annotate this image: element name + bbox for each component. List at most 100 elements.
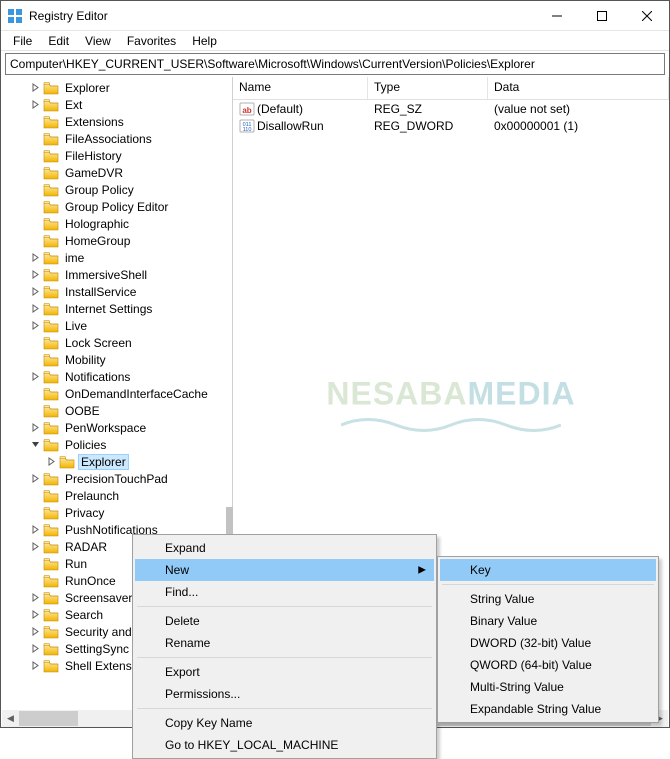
chevron-right[interactable] bbox=[27, 641, 43, 657]
tree-item[interactable]: Privacy bbox=[1, 504, 232, 521]
no-expander bbox=[27, 233, 43, 249]
list-row[interactable]: ab(Default)REG_SZ(value not set) bbox=[233, 100, 669, 117]
chevron-right[interactable] bbox=[27, 267, 43, 283]
ctx-item[interactable]: New▶ bbox=[135, 559, 434, 581]
chevron-right[interactable] bbox=[27, 590, 43, 606]
ctx-item[interactable]: Multi-String Value bbox=[440, 676, 656, 698]
tree-item-label: FileHistory bbox=[63, 149, 124, 163]
tree-item[interactable]: Live bbox=[1, 317, 232, 334]
scroll-left-icon[interactable]: ◀ bbox=[2, 710, 19, 727]
tree-item[interactable]: Lock Screen bbox=[1, 334, 232, 351]
chevron-right[interactable] bbox=[27, 369, 43, 385]
ctx-item-label: Expandable String Value bbox=[470, 702, 601, 716]
tree-item[interactable]: Prelaunch bbox=[1, 487, 232, 504]
tree-item[interactable]: Group Policy Editor bbox=[1, 198, 232, 215]
chevron-right[interactable] bbox=[27, 420, 43, 436]
ctx-item[interactable]: Go to HKEY_LOCAL_MACHINE bbox=[135, 734, 434, 756]
chevron-right[interactable] bbox=[27, 97, 43, 113]
tree-item[interactable]: InstallService bbox=[1, 283, 232, 300]
ctx-item[interactable]: Key bbox=[440, 559, 656, 581]
ctx-item[interactable]: Copy Key Name bbox=[135, 712, 434, 734]
tree-item[interactable]: ime bbox=[1, 249, 232, 266]
minimize-button[interactable] bbox=[534, 1, 579, 30]
context-submenu-new[interactable]: Key String Value Binary ValueDWORD (32-bit… bbox=[437, 556, 659, 723]
tree-item[interactable]: Policies bbox=[1, 436, 232, 453]
ctx-item[interactable]: DWORD (32-bit) Value bbox=[440, 632, 656, 654]
menu-file[interactable]: File bbox=[5, 32, 40, 50]
tree-item[interactable]: Ext bbox=[1, 96, 232, 113]
tree-item[interactable]: GameDVR bbox=[1, 164, 232, 181]
close-button[interactable] bbox=[624, 1, 669, 30]
tree-item[interactable]: Group Policy bbox=[1, 181, 232, 198]
tree-item[interactable]: PenWorkspace bbox=[1, 419, 232, 436]
list-body[interactable]: ab(Default)REG_SZ(value not set)011110Di… bbox=[233, 100, 669, 134]
tree-item[interactable]: Internet Settings bbox=[1, 300, 232, 317]
folder-icon bbox=[43, 234, 59, 248]
chevron-right[interactable] bbox=[27, 471, 43, 487]
menu-view[interactable]: View bbox=[77, 32, 119, 50]
tree-item[interactable]: FileHistory bbox=[1, 147, 232, 164]
ctx-item[interactable]: Expandable String Value bbox=[440, 698, 656, 720]
folder-icon bbox=[43, 438, 59, 452]
ctx-item[interactable]: Binary Value bbox=[440, 610, 656, 632]
tree-item[interactable]: Extensions bbox=[1, 113, 232, 130]
folder-icon bbox=[43, 251, 59, 265]
tree-item-label: PenWorkspace bbox=[63, 421, 148, 435]
ctx-item[interactable]: Expand bbox=[135, 537, 434, 559]
chevron-right[interactable] bbox=[27, 80, 43, 96]
maximize-button[interactable] bbox=[579, 1, 624, 30]
context-menu[interactable]: ExpandNew▶Find... DeleteRename Export Permi… bbox=[132, 534, 437, 759]
tree-item[interactable]: OOBE bbox=[1, 402, 232, 419]
app-icon bbox=[7, 8, 23, 24]
no-expander bbox=[27, 505, 43, 521]
tree-item[interactable]: Explorer bbox=[1, 453, 232, 470]
chevron-right[interactable] bbox=[27, 284, 43, 300]
tree-item[interactable]: Explorer bbox=[1, 79, 232, 96]
menu-favorites[interactable]: Favorites bbox=[119, 32, 184, 50]
watermark: NESABAMEDIA bbox=[326, 375, 575, 412]
no-expander bbox=[27, 488, 43, 504]
menu-help[interactable]: Help bbox=[184, 32, 225, 50]
chevron-right[interactable] bbox=[27, 539, 43, 555]
list-row[interactable]: 011110DisallowRunREG_DWORD0x00000001 (1) bbox=[233, 117, 669, 134]
chevron-right[interactable] bbox=[43, 454, 59, 470]
col-header-data[interactable]: Data bbox=[488, 77, 669, 99]
folder-icon bbox=[43, 472, 59, 486]
ctx-item[interactable]: Delete bbox=[135, 610, 434, 632]
ctx-item[interactable]: Export bbox=[135, 661, 434, 683]
tree-item[interactable]: Holographic bbox=[1, 215, 232, 232]
chevron-down[interactable] bbox=[27, 437, 43, 453]
ctx-item[interactable]: String Value bbox=[440, 588, 656, 610]
titlebar: Registry Editor bbox=[1, 1, 669, 31]
no-expander bbox=[27, 148, 43, 164]
tree-item[interactable]: Mobility bbox=[1, 351, 232, 368]
ctx-item-label: Permissions... bbox=[165, 687, 240, 701]
tree-item[interactable]: ImmersiveShell bbox=[1, 266, 232, 283]
tree-item[interactable]: HomeGroup bbox=[1, 232, 232, 249]
ctx-item[interactable]: Permissions... bbox=[135, 683, 434, 705]
no-expander bbox=[27, 199, 43, 215]
chevron-right[interactable] bbox=[27, 522, 43, 538]
chevron-right[interactable] bbox=[27, 624, 43, 640]
chevron-right[interactable] bbox=[27, 658, 43, 674]
tree-item-label: Mobility bbox=[63, 353, 108, 367]
no-expander bbox=[27, 335, 43, 351]
tree-item[interactable]: OnDemandInterfaceCache bbox=[1, 385, 232, 402]
tree-item[interactable]: Notifications bbox=[1, 368, 232, 385]
address-bar[interactable]: Computer\HKEY_CURRENT_USER\Software\Micr… bbox=[5, 53, 665, 75]
ctx-item-label: String Value bbox=[470, 592, 534, 606]
ctx-item[interactable]: Rename bbox=[135, 632, 434, 654]
ctx-item[interactable]: QWORD (64-bit) Value bbox=[440, 654, 656, 676]
menu-edit[interactable]: Edit bbox=[40, 32, 77, 50]
chevron-right[interactable] bbox=[27, 318, 43, 334]
chevron-right[interactable] bbox=[27, 607, 43, 623]
tree-item[interactable]: PrecisionTouchPad bbox=[1, 470, 232, 487]
tree-item-label: Explorer bbox=[63, 81, 112, 95]
chevron-right[interactable] bbox=[27, 301, 43, 317]
tree-item[interactable]: FileAssociations bbox=[1, 130, 232, 147]
chevron-right[interactable] bbox=[27, 250, 43, 266]
window-controls bbox=[534, 1, 669, 30]
col-header-name[interactable]: Name bbox=[233, 77, 368, 99]
col-header-type[interactable]: Type bbox=[368, 77, 488, 99]
ctx-item[interactable]: Find... bbox=[135, 581, 434, 603]
